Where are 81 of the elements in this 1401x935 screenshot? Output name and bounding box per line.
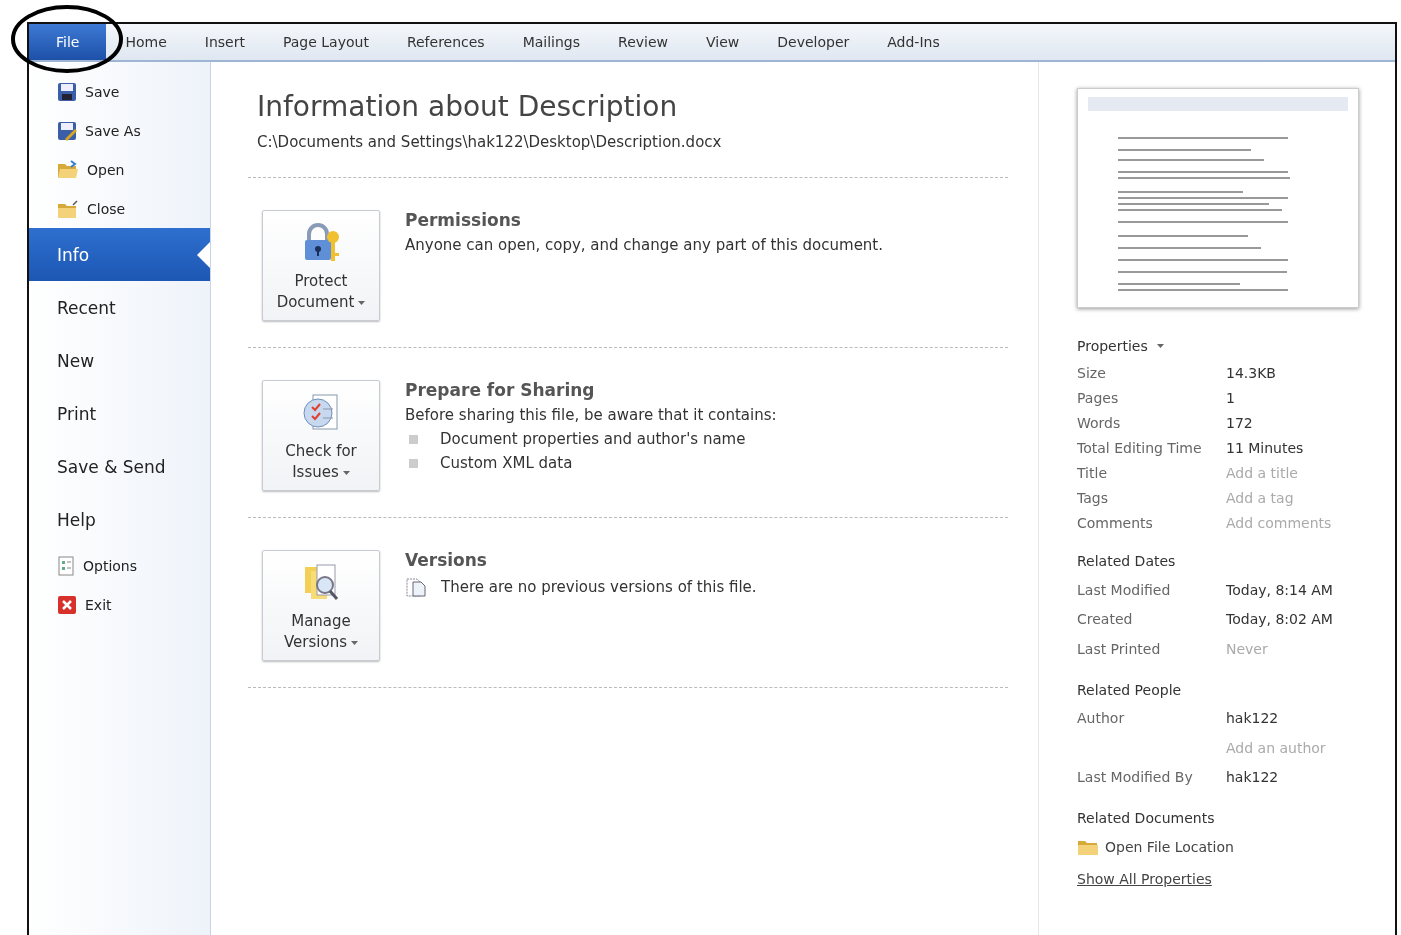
property-value: Today, 8:02 AM [1226,611,1333,628]
property-label: Author [1077,710,1125,727]
page-title: Information about Description [257,90,679,123]
property-value: hak122 [1226,710,1279,727]
properties-dropdown[interactable]: Properties [1077,338,1164,354]
group-heading: Related Dates [1077,553,1177,569]
nav-command[interactable]: Save As [29,111,210,150]
property-value: hak122 [1226,769,1279,786]
section-description: Anyone can open, copy, and change any part of this document. [405,236,883,254]
ribbon-tab[interactable]: File [29,24,107,60]
section-description: Before sharing this file, be aware that it contains: [405,406,777,424]
nav-command[interactable]: Close [29,189,210,228]
group-heading: Related People [1077,681,1183,698]
property-value: 11 Minutes [1226,439,1304,456]
section-heading: Permissions [405,210,522,230]
bullet-text: Document properties and author's name [440,430,746,448]
options-icon [57,555,75,576]
open-file-location-link[interactable]: Open File Location [1077,838,1234,856]
nav-page[interactable]: New [29,334,210,387]
property-value: Today, 8:14 AM [1226,581,1333,598]
property-value: Never [1226,640,1268,657]
nav-label: Save As [85,122,141,139]
ribbon-tab[interactable]: References [387,24,504,60]
exit-icon [57,594,77,615]
file-path: C:\Documents and Settings\hak122\Desktop\Description.docx [257,133,723,151]
property-value: 1 [1226,389,1235,406]
nav-page[interactable]: Recent [29,281,210,334]
ribbon-tab[interactable]: Home [106,24,186,60]
ribbon-tab[interactable]: Mailings [503,24,600,60]
property-label: Last Modified [1077,581,1171,598]
property-label: Size [1077,364,1107,381]
note-text: There are no previous versions of this file. [441,578,757,596]
folder-icon [1077,838,1099,856]
caret-icon [358,300,366,305]
folder-icon [57,198,79,219]
nav-command[interactable]: Exit [29,585,210,624]
property-label: Last Modified By [1077,769,1193,786]
nav-command[interactable]: Options [29,546,210,585]
property-label: Total Editing Time [1077,439,1203,456]
nav-label: Exit [85,596,112,613]
nav-command[interactable]: Save [29,72,210,111]
section-heading: Prepare for Sharing [405,380,596,400]
nav-label: Open [87,161,125,178]
nav-page[interactable]: Info [29,228,210,281]
ribbon-tab[interactable]: View [687,24,759,60]
save-as-icon [57,120,77,141]
show-all-properties-link[interactable]: Show All Properties [1077,871,1212,887]
property-label: Last Printed [1077,640,1161,657]
nav-page[interactable]: Print [29,387,210,440]
nav-page[interactable]: Help [29,493,210,546]
document-icon [405,576,427,598]
ribbon-tab[interactable]: Page Layout [263,24,388,60]
ribbon-tab[interactable]: Review [599,24,687,60]
property-value: 14.3KB [1226,364,1276,381]
action-button[interactable]: Protect Document [262,210,380,321]
caret-icon [342,470,350,475]
nav-label: Close [87,200,126,217]
open-folder-icon [57,159,79,180]
nav-label: Save [85,83,120,100]
property-label: Title [1077,464,1108,481]
bullet-icon [409,434,418,444]
caret-icon [1156,344,1164,348]
property-value: 172 [1226,414,1253,431]
ribbon-tab[interactable]: Developer [758,24,869,60]
property-label: Words [1077,414,1122,431]
action-button[interactable]: Manage Versions [262,550,380,661]
nav-command[interactable]: Open [29,150,210,189]
section-heading: Versions [405,550,488,570]
property-label: Comments [1077,514,1154,531]
nav-label: Options [83,557,138,574]
ribbon-tab[interactable]: Add-Ins [868,24,959,60]
property-label: Pages [1077,389,1120,406]
caret-icon [351,640,358,645]
action-button[interactable]: Check for Issues [262,380,380,491]
property-label: Created [1077,611,1133,628]
bullet-icon [409,458,418,468]
ribbon-tab[interactable]: Insert [185,24,264,60]
property-label: Tags [1077,489,1109,506]
group-heading: Related Documents [1077,810,1216,826]
nav-page[interactable]: Save & Send [29,440,210,493]
bullet-text: Custom XML data [440,454,573,472]
